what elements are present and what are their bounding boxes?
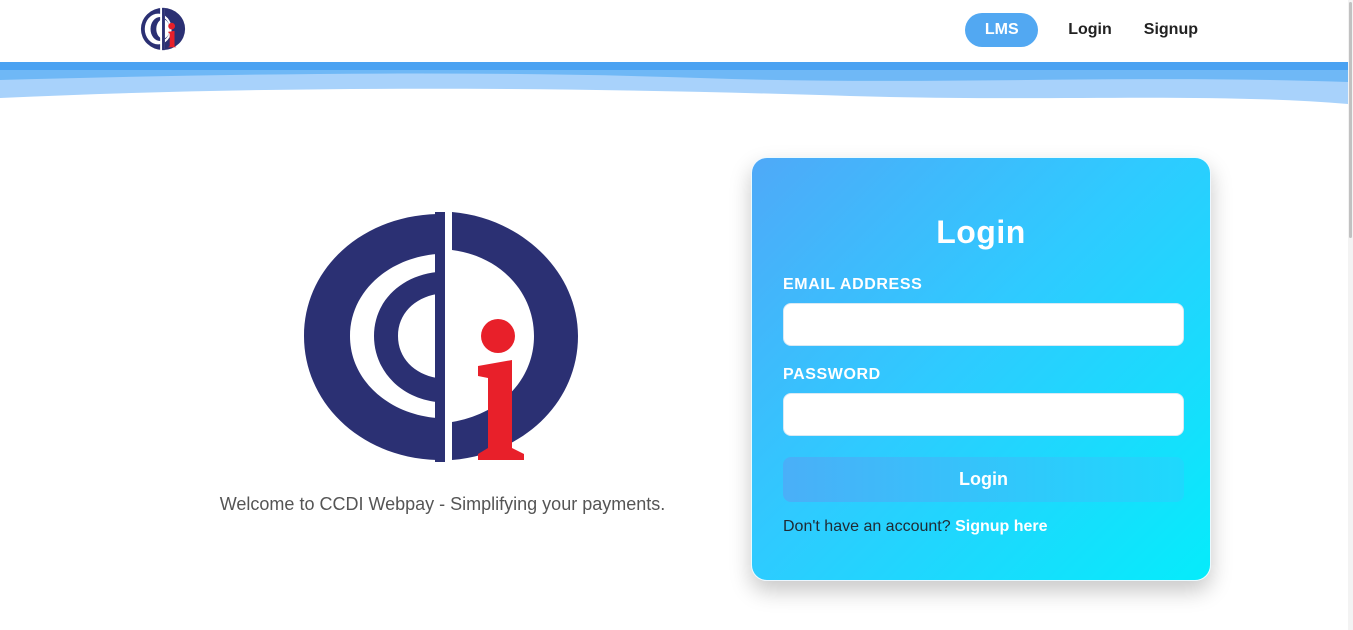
email-field[interactable] [783, 303, 1184, 346]
signup-prompt-line: Don't have an account? Signup here [783, 518, 1048, 536]
nav-login-link[interactable]: Login [1068, 21, 1112, 39]
login-submit-button[interactable]: Login [783, 457, 1184, 502]
login-card: Login EMAIL ADDRESS PASSWORD Login Don't… [751, 157, 1211, 581]
page-scrollbar[interactable] [1348, 0, 1353, 630]
scrollbar-thumb[interactable] [1349, 2, 1352, 238]
top-navbar: LMS Login Signup [0, 0, 1348, 62]
login-title: Login [936, 214, 1026, 250]
welcome-text: Welcome to CCDI Webpay - Simplifying you… [219, 494, 666, 514]
header-wave-decoration [0, 62, 1348, 104]
signup-here-link[interactable]: Signup here [955, 518, 1047, 535]
password-label: PASSWORD [783, 366, 881, 383]
signup-prompt-text: Don't have an account? [783, 518, 951, 535]
email-label: EMAIL ADDRESS [783, 276, 923, 293]
nav-links: LMS Login Signup [965, 13, 1198, 47]
password-field[interactable] [783, 393, 1184, 436]
ccdi-hero-logo-icon [304, 212, 578, 462]
ccdi-logo-icon[interactable] [136, 5, 190, 53]
lms-button[interactable]: LMS [965, 13, 1039, 47]
nav-signup-link[interactable]: Signup [1144, 21, 1198, 39]
